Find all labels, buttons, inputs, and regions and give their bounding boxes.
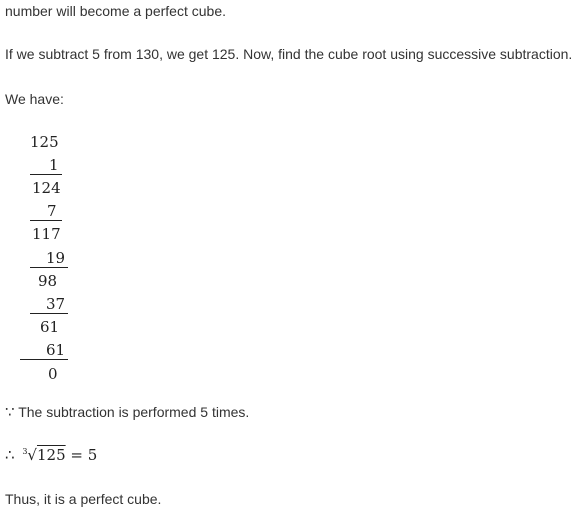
subtrahend-5: 61 xyxy=(46,341,66,359)
because-text: The subtraction is performed 5 times. xyxy=(18,404,250,420)
subtraction-rule-2 xyxy=(30,220,62,221)
because-line: ∵ The subtraction is performed 5 times. xyxy=(5,403,249,421)
we-have-label: We have: xyxy=(5,91,64,107)
root-equals: = 5 xyxy=(70,446,98,464)
subtrahend-1: 1 xyxy=(49,156,59,174)
subtraction-rule-3 xyxy=(30,267,68,268)
subtract-sentence: If we subtract 5 from 130, we get 125. N… xyxy=(5,46,573,62)
subtraction-rule-1 xyxy=(30,174,62,175)
cube-root-equation: ∴ 3√125 = 5 xyxy=(5,446,97,464)
conclusion: Thus, it is a perfect cube. xyxy=(5,491,162,507)
subtraction-rule-4 xyxy=(30,313,68,314)
result-1: 124 xyxy=(32,179,61,197)
result-3: 98 xyxy=(38,272,58,290)
subtrahend-2: 7 xyxy=(47,202,57,220)
start-value: 125 xyxy=(30,133,59,151)
therefore-symbol: ∴ xyxy=(5,446,15,464)
intro-line: number will become a perfect cube. xyxy=(5,3,226,19)
subtraction-rule-5 xyxy=(20,359,68,360)
subtrahend-3: 19 xyxy=(46,249,66,267)
because-symbol: ∵ xyxy=(5,403,15,421)
result-4: 61 xyxy=(40,318,60,336)
result-5: 0 xyxy=(48,365,58,383)
result-2: 117 xyxy=(32,225,61,243)
subtrahend-4: 37 xyxy=(46,295,66,313)
radical-sign: √ xyxy=(27,446,37,464)
root-radicand: 125 xyxy=(36,446,66,464)
